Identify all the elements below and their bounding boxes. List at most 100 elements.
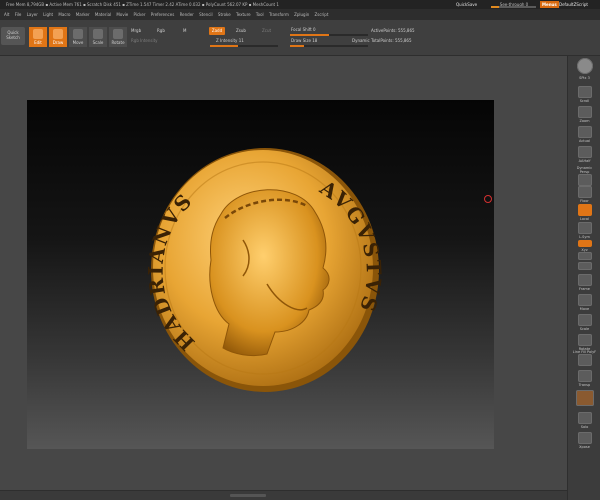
coin-sculpt: HADRIANVS AVGVSTVS — [147, 148, 383, 392]
draw-size-slider[interactable]: Draw Size 18 — [291, 38, 317, 43]
rot-y-icon — [577, 252, 592, 260]
lsym-icon — [577, 222, 592, 234]
menu-item[interactable]: Transform — [269, 9, 289, 20]
menu-item[interactable]: Alt — [4, 9, 9, 20]
menu-item[interactable]: Zscript — [315, 9, 329, 20]
tray-scroll[interactable]: Scroll — [572, 86, 597, 103]
z-intensity-slider[interactable]: Z Intensity 11 — [216, 38, 244, 43]
aahalf-icon — [577, 146, 592, 158]
menu-item[interactable]: Tool — [256, 9, 264, 20]
solo-icon — [577, 412, 592, 424]
tray-zoom[interactable]: Zoom — [572, 106, 597, 123]
tray-frame[interactable]: Frame — [572, 274, 597, 291]
tray-rot-z[interactable] — [572, 262, 597, 271]
quicksave-button[interactable]: QuickSave — [456, 0, 477, 9]
frame-icon — [577, 274, 592, 286]
zoom-icon — [577, 106, 592, 118]
move-label: Move — [72, 40, 84, 45]
menu-item[interactable]: Render — [180, 9, 194, 20]
zbrush-window: Free Mem 8,794GB ▪ Active Mem 761 ▪ Scra… — [0, 0, 600, 500]
rgb-toggle[interactable]: Rgb — [157, 28, 165, 33]
top-shelf: Quick Sketch Edit Draw Move Scale Rotate… — [0, 20, 600, 56]
z-intensity-track[interactable] — [210, 45, 278, 47]
draw-size-track[interactable] — [290, 45, 368, 47]
tray-rotate[interactable]: Rotate — [572, 334, 597, 351]
ghost-icon — [575, 390, 594, 406]
tray-xpose[interactable]: Xpose — [572, 432, 597, 449]
menu-item[interactable]: Zplugin — [294, 9, 309, 20]
tray-spix[interactable]: SPix 3 — [572, 76, 597, 80]
menu-item[interactable]: Movie — [116, 9, 128, 20]
menu-item[interactable]: Light — [43, 9, 53, 20]
tray-solo[interactable]: Solo — [572, 412, 597, 429]
tray-persp[interactable]: Dynamic Persp — [572, 166, 597, 187]
rgb-intensity-slider[interactable]: Rgb Intensity — [131, 38, 158, 43]
tray-transp[interactable]: Transp — [572, 370, 597, 387]
tray-xyz[interactable]: Xyz — [572, 240, 597, 252]
edit-button[interactable]: Edit — [29, 27, 47, 47]
local-icon — [577, 204, 592, 216]
scale-view-icon — [577, 314, 592, 326]
menu-bar: Alt File Layer Light Macro Marker Materi… — [0, 9, 600, 20]
xyz-icon — [577, 240, 592, 247]
move-icon — [73, 29, 83, 39]
tray-rot-y[interactable] — [572, 252, 597, 261]
tray-local[interactable]: Local — [572, 204, 597, 221]
tray-lsym[interactable]: L.Sym — [572, 222, 597, 239]
shelf-resize-handle[interactable] — [230, 494, 266, 497]
menu-item[interactable]: Layer — [27, 9, 38, 20]
mrgb-toggle[interactable]: Mrgb — [131, 28, 141, 33]
menu-item[interactable]: Preferences — [151, 9, 175, 20]
tray-actual[interactable]: Actual — [572, 126, 597, 143]
polyframe-icon — [577, 354, 592, 366]
active-points-readout: ActivePoints: 555,865 — [371, 28, 415, 33]
move-button[interactable]: Move — [69, 27, 87, 47]
scroll-icon — [577, 86, 592, 98]
transp-icon — [577, 370, 592, 382]
menu-item[interactable]: Stencil — [199, 9, 213, 20]
zcut-toggle[interactable]: Zcut — [262, 28, 271, 33]
draw-button[interactable]: Draw — [49, 27, 67, 47]
xpose-icon — [577, 432, 592, 444]
default-script-button[interactable]: DefaultZScript — [559, 0, 588, 9]
tray-polyf[interactable]: Line Fill PolyF — [572, 350, 597, 367]
menu-item[interactable]: Picker — [134, 9, 146, 20]
zsub-toggle[interactable]: Zsub — [236, 28, 246, 33]
menu-item[interactable]: Material — [95, 9, 111, 20]
tray-material-sphere[interactable] — [572, 58, 597, 75]
move-view-icon — [577, 294, 592, 306]
rotate-button[interactable]: Rotate — [109, 27, 127, 47]
menu-item[interactable]: Marker — [76, 9, 90, 20]
rotate-icon — [113, 29, 123, 39]
menu-item[interactable]: Texture — [236, 9, 251, 20]
menu-item[interactable]: Macro — [58, 9, 70, 20]
lightbox-indicator[interactable] — [484, 195, 492, 203]
dynamic-toggle[interactable]: Dynamic — [352, 38, 370, 43]
right-tray: SPix 3 Scroll Zoom Actual AAHalf Dynamic… — [567, 56, 600, 500]
menus-button[interactable]: Menus — [540, 1, 559, 8]
tray-floor[interactable]: Floor — [572, 186, 597, 203]
actual-icon — [577, 126, 592, 138]
see-through-slider[interactable] — [491, 6, 536, 8]
menu-item[interactable]: File — [15, 9, 22, 20]
tray-move[interactable]: Move — [572, 294, 597, 311]
rotate-view-icon — [577, 334, 592, 346]
focal-shift-track[interactable] — [290, 34, 368, 36]
document-canvas[interactable]: HADRIANVS AVGVSTVS — [27, 100, 494, 449]
edit-label: Edit — [34, 40, 42, 45]
m-toggle[interactable]: M — [183, 28, 186, 33]
draw-icon — [53, 29, 63, 39]
draw-label: Draw — [52, 40, 64, 45]
scale-icon — [93, 29, 103, 39]
memory-status-text: Free Mem 8,794GB ▪ Active Mem 761 ▪ Scra… — [6, 2, 279, 7]
scale-button[interactable]: Scale — [89, 27, 107, 47]
total-points-readout: TotalPoints: 555,865 — [371, 38, 412, 43]
focal-shift-slider[interactable]: Focal Shift 0 — [291, 27, 316, 32]
zadd-toggle[interactable]: Zadd — [209, 27, 225, 35]
material-sphere-icon — [576, 58, 593, 74]
quick-sketch-button[interactable]: Quick Sketch — [1, 27, 25, 45]
menu-item[interactable]: Stroke — [218, 9, 231, 20]
tray-ghost[interactable] — [572, 390, 597, 407]
tray-scale[interactable]: Scale — [572, 314, 597, 331]
tray-aahalf[interactable]: AAHalf — [572, 146, 597, 163]
